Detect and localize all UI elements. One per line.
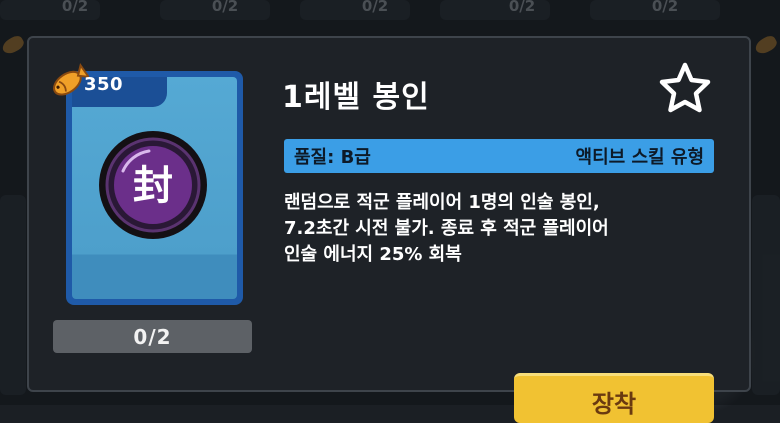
fish-coin-icon bbox=[53, 62, 89, 96]
star-icon[interactable] bbox=[655, 60, 715, 116]
description-line: 랜덤으로 적군 플레이어 1명의 인술 봉인, bbox=[284, 192, 600, 213]
seal-orb-icon: 封 bbox=[99, 131, 207, 239]
skill-description: 랜덤으로 적군 플레이어 1명의 인술 봉인, 7.2초간 시전 불가. 종료 … bbox=[284, 190, 724, 268]
description-line: 7.2초간 시전 불가. 종료 후 적군 플레이어 bbox=[284, 218, 609, 239]
skill-title: 1레벨 봉인 bbox=[282, 80, 430, 115]
owned-count: 0/2 bbox=[53, 320, 252, 353]
skill-type-label: 액티브 스킬 유형 bbox=[575, 147, 704, 168]
cost-value: 350 bbox=[84, 74, 124, 95]
seal-character: 封 bbox=[133, 163, 173, 209]
quality-bar: 품질: B급 액티브 스킬 유형 bbox=[284, 139, 714, 173]
description-line: 인술 에너지 25% 회복 bbox=[284, 244, 462, 265]
quality-label: 품질: B급 bbox=[294, 147, 371, 168]
equip-button[interactable]: 장착 bbox=[514, 373, 714, 423]
